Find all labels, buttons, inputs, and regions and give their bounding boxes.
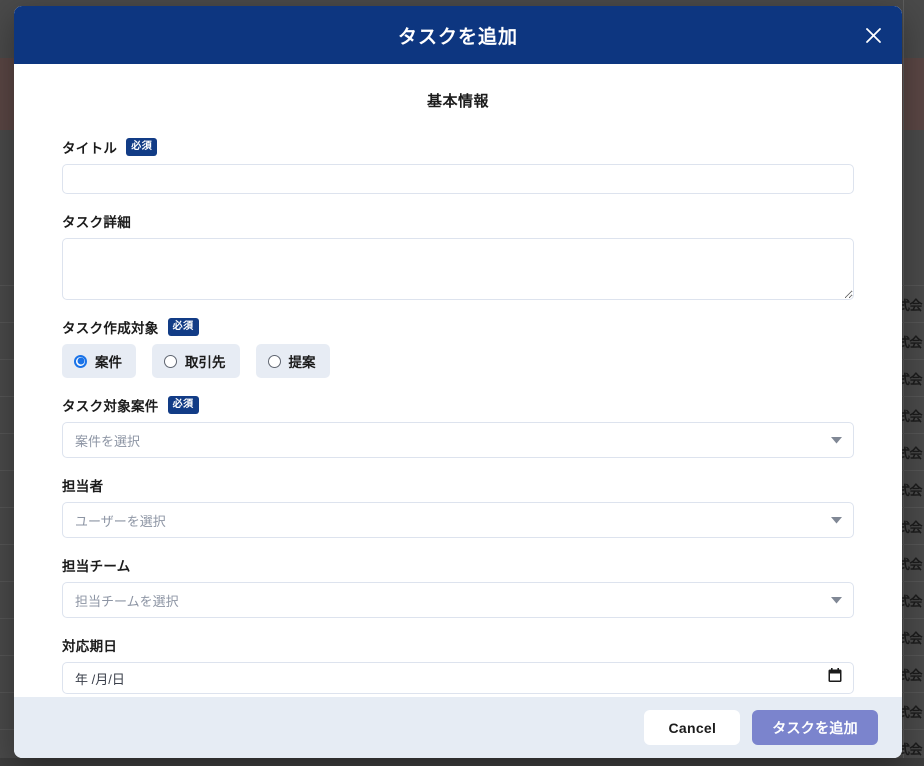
radio-option-label: 提案 (288, 355, 316, 370)
field-assignee-label: 担当者 (62, 479, 104, 494)
field-target-type: タスク作成対象 必須 案件 取引先 提案 (62, 317, 854, 378)
cancel-button[interactable]: Cancel (644, 710, 741, 745)
modal-footer: Cancel タスクを追加 (14, 697, 902, 758)
field-due-date: 対応期日 年 /月/日 (62, 635, 854, 694)
field-assignee: 担当者 ユーザーを選択 (62, 475, 854, 538)
calendar-icon[interactable] (828, 668, 842, 688)
title-input[interactable] (62, 164, 854, 194)
assignee-select[interactable]: ユーザーを選択 (62, 502, 854, 538)
section-title: 基本情報 (426, 93, 489, 110)
field-detail-label-row: タスク詳細 (62, 211, 854, 231)
field-target-type-label-row: タスク作成対象 必須 (62, 317, 854, 337)
target-type-radio-group: 案件 取引先 提案 (62, 344, 854, 378)
radio-circle-icon (74, 354, 87, 368)
target-case-select[interactable]: 案件を選択 (62, 422, 854, 458)
field-team: 担当チーム 担当チームを選択 (62, 555, 854, 618)
field-team-label: 担当チーム (62, 559, 131, 574)
field-title-label-row: タイトル 必須 (62, 137, 854, 157)
modal-title: タスクを追加 (397, 26, 518, 48)
add-task-modal: タスクを追加 基本情報 タイトル 必須 タスク詳細 タスク作成対象 必須 案件 … (14, 6, 902, 758)
field-due-date-label-row: 対応期日 (62, 635, 854, 655)
radio-option-1[interactable]: 案件 (62, 344, 136, 378)
target-case-select-wrap: 案件を選択 (62, 422, 854, 458)
background-bottom-bar (0, 758, 924, 766)
field-title: タイトル 必須 (62, 137, 854, 194)
radio-circle-icon (164, 354, 177, 368)
close-icon[interactable] (858, 20, 888, 50)
field-assignee-label-row: 担当者 (62, 475, 854, 495)
required-badge-title: 必須 (126, 138, 158, 156)
field-target-case-label: タスク対象案件 (62, 399, 159, 414)
radio-option-2[interactable]: 取引先 (152, 344, 240, 378)
required-badge-target-case: 必須 (167, 396, 199, 414)
radio-option-label: 取引先 (185, 355, 226, 370)
radio-option-label: 案件 (95, 355, 122, 370)
field-target-case: タスク対象案件 必須 案件を選択 (62, 395, 854, 458)
modal-header: タスクを追加 (14, 6, 902, 64)
detail-textarea[interactable] (62, 238, 854, 300)
team-select-wrap: 担当チームを選択 (62, 582, 854, 618)
radio-circle-icon (267, 354, 281, 368)
assignee-select-wrap: ユーザーを選択 (62, 502, 854, 538)
submit-add-task-button[interactable]: タスクを追加 (752, 710, 878, 745)
field-detail: タスク詳細 (62, 211, 854, 300)
modal-body: 基本情報 タイトル 必須 タスク詳細 タスク作成対象 必須 案件 取引先 提案 (14, 64, 902, 697)
field-target-case-label-row: タスク対象案件 必須 (62, 395, 854, 415)
due-date-wrap: 年 /月/日 (62, 662, 854, 694)
field-title-label: タイトル (62, 141, 118, 156)
field-due-date-label: 対応期日 (62, 639, 118, 654)
radio-option-3[interactable]: 提案 (255, 344, 330, 378)
due-date-input[interactable]: 年 /月/日 (62, 662, 854, 694)
team-select[interactable]: 担当チームを選択 (62, 582, 854, 618)
field-team-label-row: 担当チーム (62, 555, 854, 575)
required-badge-target-type: 必須 (167, 318, 199, 336)
field-detail-label: タスク詳細 (62, 215, 131, 230)
field-target-type-label: タスク作成対象 (62, 321, 159, 336)
